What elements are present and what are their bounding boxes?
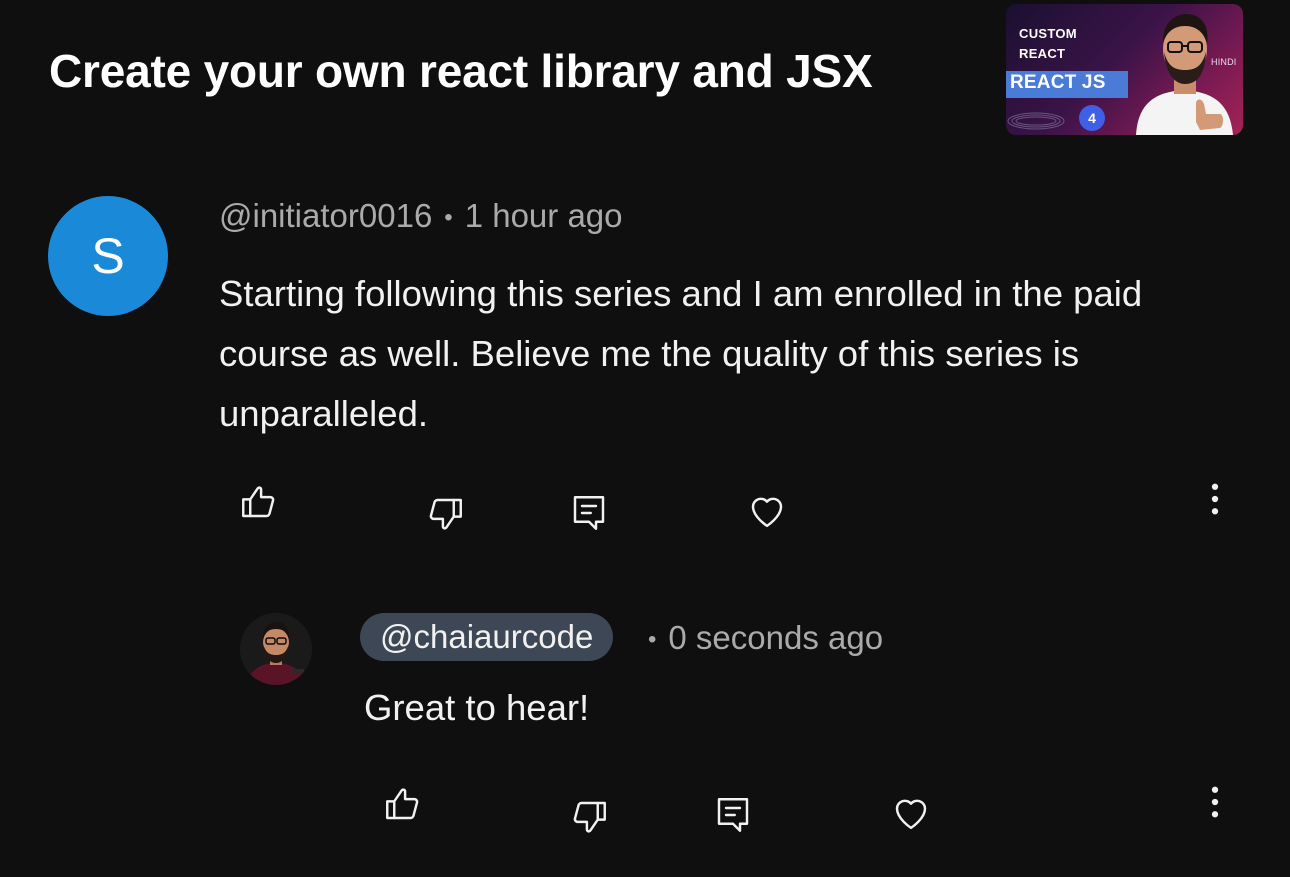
comment-timestamp: 1 hour ago — [464, 197, 623, 234]
reply-text: Great to hear! — [364, 687, 590, 728]
more-options-icon[interactable] — [1194, 478, 1236, 520]
thumbnail-decoration — [1007, 112, 1065, 130]
comment-meta: @initiator0016 • 1 hour ago — [219, 197, 623, 235]
heart-icon[interactable] — [746, 490, 788, 532]
dislike-icon[interactable] — [424, 493, 466, 535]
reply-icon[interactable] — [712, 794, 754, 836]
dislike-icon[interactable] — [568, 796, 610, 838]
comment-author[interactable]: @initiator0016 — [219, 197, 432, 234]
reply-meta: • 0 seconds ago — [648, 619, 883, 657]
creator-avatar-image — [240, 613, 312, 685]
creator-avatar[interactable] — [240, 613, 312, 685]
reply-timestamp: 0 seconds ago — [668, 619, 884, 656]
thumbnail-presenter-image — [1136, 14, 1233, 135]
meta-separator: • — [648, 626, 657, 654]
reply-icon[interactable] — [568, 492, 610, 534]
thumbnail-episode-badge: 4 — [1079, 105, 1105, 131]
like-icon[interactable] — [238, 481, 280, 523]
like-icon[interactable] — [382, 783, 424, 825]
meta-separator: • — [444, 204, 453, 232]
heart-icon[interactable] — [890, 792, 932, 834]
thumbnail-caption: CUSTOM REACT — [1019, 26, 1077, 61]
video-thumbnail[interactable]: CUSTOM REACT REACT JS HINDI 4 — [1006, 4, 1243, 135]
more-options-icon[interactable] — [1194, 781, 1236, 823]
comments-page: Create your own react library and JSX CU… — [0, 0, 1290, 877]
creator-handle-badge[interactable]: @chaiaurcode — [360, 613, 614, 661]
comment-text: Starting following this series and I am … — [219, 273, 1143, 434]
video-title[interactable]: Create your own react library and JSX — [49, 44, 873, 98]
commenter-avatar[interactable]: S — [48, 196, 168, 316]
thumbnail-banner-text: REACT JS — [1010, 72, 1106, 93]
